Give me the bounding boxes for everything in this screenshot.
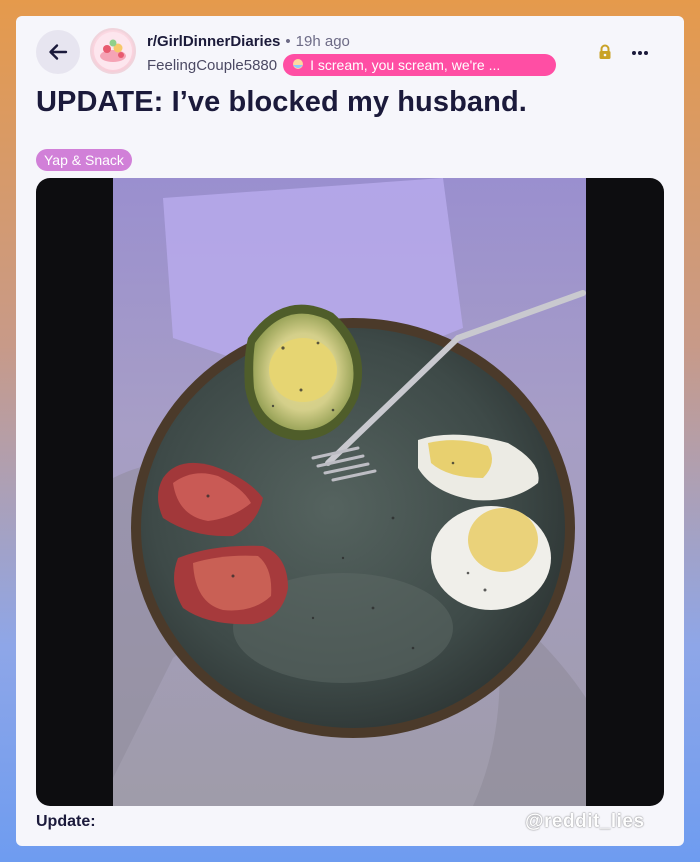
watermark: @reddit_lies <box>525 811 645 832</box>
post-image[interactable] <box>36 178 664 806</box>
food-plate-photo <box>113 178 586 806</box>
post-body-text: Update: <box>36 813 96 830</box>
back-button[interactable] <box>36 30 80 74</box>
user-flair-text: I scream, you scream, we're ... <box>310 57 501 73</box>
flair-emoji-icon <box>293 59 304 69</box>
post-card: r/GirlDinnerDiaries • 19h ago FeelingCou… <box>16 16 684 846</box>
meta-separator: • <box>285 33 291 50</box>
back-arrow-icon <box>49 44 68 60</box>
more-options-icon[interactable] <box>630 43 650 63</box>
author-username[interactable]: FeelingCouple5880 <box>147 57 277 74</box>
user-flair: I scream, you scream, we're ... <box>283 54 557 76</box>
subreddit-name[interactable]: r/GirlDinnerDiaries <box>147 33 280 50</box>
post-time: 19h ago <box>295 33 350 50</box>
subreddit-avatar[interactable] <box>90 28 136 74</box>
post-meta: r/GirlDinnerDiaries • 19h ago FeelingCou… <box>147 33 557 76</box>
post-flair[interactable]: Yap & Snack <box>36 149 132 171</box>
lock-icon <box>599 44 611 59</box>
post-title[interactable]: UPDATE: I’ve blocked my husband. <box>36 86 527 119</box>
